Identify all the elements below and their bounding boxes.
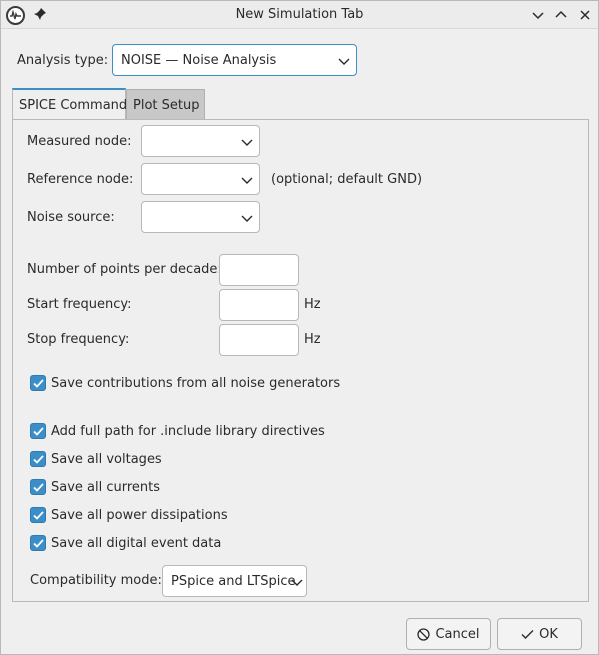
ok-button-label: OK bbox=[539, 626, 558, 642]
measured-node-select[interactable] bbox=[141, 125, 260, 157]
noise-source-label: Noise source: bbox=[27, 210, 115, 225]
stop-frequency-label: Stop frequency: bbox=[27, 332, 130, 347]
ok-button[interactable]: OK bbox=[497, 618, 582, 650]
reference-node-hint: (optional; default GND) bbox=[271, 172, 423, 187]
cancel-icon bbox=[417, 627, 431, 641]
save-power-checkbox[interactable]: Save all power dissipations bbox=[30, 506, 228, 524]
points-per-decade-label: Number of points per decade: bbox=[27, 262, 222, 277]
save-power-label: Save all power dissipations bbox=[51, 507, 228, 523]
chevron-down-icon bbox=[241, 174, 253, 186]
title-bar: New Simulation Tab bbox=[1, 1, 598, 29]
save-currents-label: Save all currents bbox=[51, 479, 161, 495]
compatibility-mode-value: PSpice and LTSpice bbox=[171, 574, 296, 589]
noise-source-select[interactable] bbox=[141, 201, 260, 233]
checkmark-icon bbox=[30, 479, 46, 495]
full-path-checkbox[interactable]: Add full path for .include library direc… bbox=[30, 422, 325, 440]
dialog-window: New Simulation Tab Analysis type: NOISE … bbox=[0, 0, 599, 655]
checkmark-icon bbox=[30, 507, 46, 523]
compatibility-mode-label: Compatibility mode: bbox=[30, 573, 162, 588]
chevron-down-icon bbox=[291, 576, 303, 588]
full-path-label: Add full path for .include library direc… bbox=[51, 423, 325, 439]
reference-node-select[interactable] bbox=[141, 163, 260, 195]
minimize-icon[interactable] bbox=[530, 7, 546, 23]
stop-frequency-unit: Hz bbox=[304, 332, 321, 347]
start-frequency-input[interactable] bbox=[219, 289, 299, 321]
checkmark-icon bbox=[30, 535, 46, 551]
chevron-down-icon bbox=[338, 55, 350, 67]
start-frequency-unit: Hz bbox=[304, 297, 321, 312]
save-currents-checkbox[interactable]: Save all currents bbox=[30, 478, 160, 496]
compatibility-mode-select[interactable]: PSpice and LTSpice bbox=[162, 565, 307, 597]
stop-frequency-input[interactable] bbox=[219, 324, 299, 356]
window-title: New Simulation Tab bbox=[235, 7, 364, 22]
chevron-down-icon bbox=[241, 212, 253, 224]
start-frequency-label: Start frequency: bbox=[27, 297, 132, 312]
checkmark-icon bbox=[30, 375, 46, 391]
spice-command-panel bbox=[12, 119, 589, 602]
analysis-type-label: Analysis type: bbox=[17, 53, 109, 68]
save-voltages-label: Save all voltages bbox=[51, 451, 162, 467]
maximize-icon[interactable] bbox=[553, 7, 569, 23]
analysis-type-select[interactable]: NOISE — Noise Analysis bbox=[112, 44, 357, 76]
measured-node-label: Measured node: bbox=[27, 134, 132, 149]
close-icon[interactable] bbox=[577, 7, 593, 23]
checkmark-icon bbox=[521, 629, 534, 640]
chevron-down-icon bbox=[241, 136, 253, 148]
reference-node-label: Reference node: bbox=[27, 172, 134, 187]
save-digital-label: Save all digital event data bbox=[51, 535, 222, 551]
save-digital-checkbox[interactable]: Save all digital event data bbox=[30, 534, 221, 552]
save-voltages-checkbox[interactable]: Save all voltages bbox=[30, 450, 162, 468]
save-contributions-label: Save contributions from all noise genera… bbox=[51, 375, 341, 391]
tab-spice-command[interactable]: SPICE Command bbox=[12, 88, 127, 119]
analysis-type-value: NOISE — Noise Analysis bbox=[121, 53, 277, 68]
checkmark-icon bbox=[30, 451, 46, 467]
cancel-button-label: Cancel bbox=[435, 626, 480, 642]
checkmark-icon bbox=[30, 423, 46, 439]
cancel-button[interactable]: Cancel bbox=[406, 618, 491, 650]
points-per-decade-input[interactable] bbox=[219, 254, 299, 286]
tab-plot-setup[interactable]: Plot Setup bbox=[126, 89, 205, 120]
save-contributions-checkbox[interactable]: Save contributions from all noise genera… bbox=[30, 374, 340, 392]
